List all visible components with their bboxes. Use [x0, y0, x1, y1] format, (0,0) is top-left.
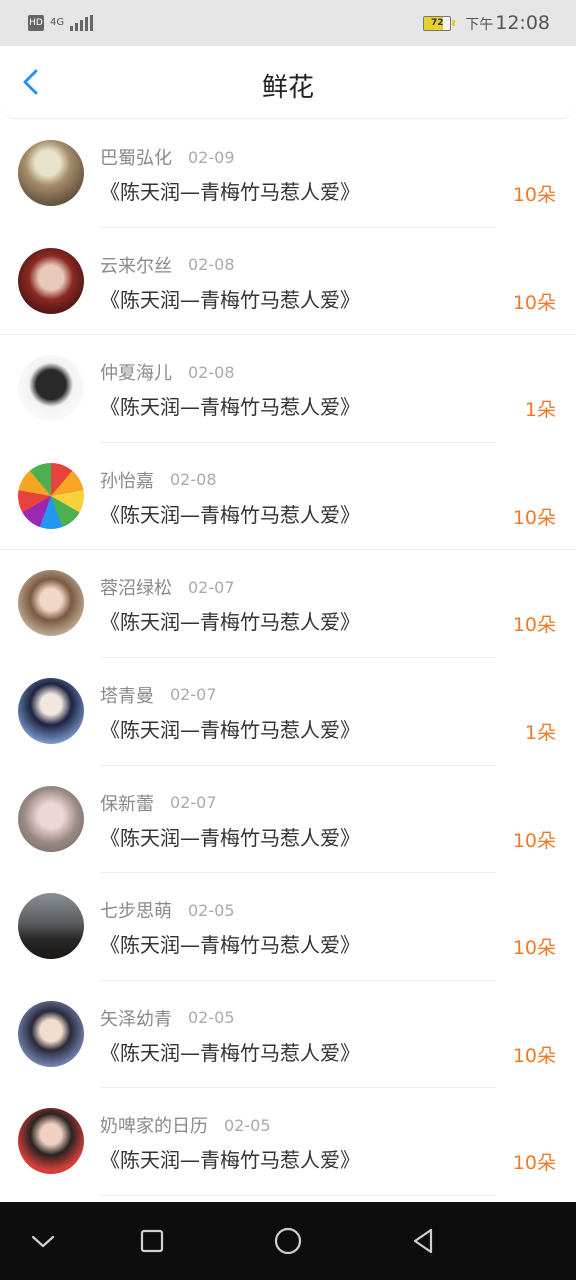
- hd-icon: HD: [28, 15, 44, 31]
- item-meta: 保新蕾 02-07: [100, 790, 217, 816]
- back-nav-button[interactable]: [406, 1224, 440, 1258]
- flower-count: 10朵: [512, 937, 556, 960]
- item-meta: 矢泽幼青 02-05: [100, 1005, 235, 1031]
- avatar[interactable]: [18, 677, 84, 744]
- book-title[interactable]: 《陈天润—青梅竹马惹人爱》: [100, 1037, 360, 1066]
- flower-count: 10朵: [512, 614, 556, 637]
- item-meta: 奶啤家的日历 02-05: [100, 1112, 271, 1138]
- status-left: HD 4G: [28, 12, 94, 34]
- list-item[interactable]: 蓉沼绿松 02-07 《陈天润—青梅竹马惹人爱》 10朵: [0, 550, 576, 658]
- list-item[interactable]: 仲夏海儿 02-08 《陈天润—青梅竹马惹人爱》 1朵: [0, 335, 576, 443]
- circle-icon: [274, 1227, 302, 1255]
- item-date: 02-07: [170, 793, 217, 813]
- item-date: 02-05: [188, 900, 235, 920]
- user-name[interactable]: 巴蜀弘化: [100, 144, 172, 170]
- item-date: 02-07: [170, 685, 217, 705]
- item-date: 02-05: [224, 1115, 271, 1135]
- user-name[interactable]: 孙怡嘉: [100, 467, 154, 493]
- item-meta: 巴蜀弘化 02-09: [100, 144, 235, 170]
- system-nav-bar: [0, 1202, 576, 1280]
- flower-count: 1朵: [524, 721, 556, 744]
- item-meta: 仲夏海儿 02-08: [100, 359, 235, 385]
- list-item[interactable]: 奶啤家的日历 02-05 《陈天润—青梅竹马惹人爱》 10朵: [0, 1088, 576, 1196]
- page-title: 鲜花: [261, 73, 314, 103]
- user-name[interactable]: 云来尔丝: [100, 252, 172, 278]
- item-date: 02-07: [188, 577, 235, 597]
- list-item[interactable]: 七步思萌 02-05 《陈天润—青梅竹马惹人爱》 10朵: [0, 873, 576, 981]
- item-date: 02-08: [170, 470, 217, 490]
- avatar[interactable]: [18, 1108, 84, 1175]
- avatar[interactable]: [18, 140, 84, 206]
- time-prefix: 下午: [465, 17, 494, 33]
- flower-count: 10朵: [512, 506, 556, 529]
- status-right: 72 下午 12:08: [423, 10, 550, 36]
- item-meta: 蓉沼绿松 02-07: [100, 574, 235, 600]
- chevron-down-icon: [31, 1235, 55, 1248]
- book-title[interactable]: 《陈天润—青梅竹马惹人爱》: [100, 822, 360, 851]
- book-title[interactable]: 《陈天润—青梅竹马惹人爱》: [100, 499, 360, 528]
- user-name[interactable]: 矢泽幼青: [100, 1005, 172, 1031]
- user-name[interactable]: 保新蕾: [100, 790, 154, 816]
- book-title[interactable]: 《陈天润—青梅竹马惹人爱》: [100, 606, 360, 635]
- triangle-back-icon: [413, 1228, 433, 1254]
- user-name[interactable]: 仲夏海儿: [100, 359, 172, 385]
- item-meta: 七步思萌 02-05: [100, 897, 235, 923]
- status-bar: HD 4G 72 下午 12:08: [0, 0, 576, 46]
- avatar[interactable]: [18, 247, 84, 314]
- list-item[interactable]: 矢泽幼青 02-05 《陈天润—青梅竹马惹人爱》 10朵: [0, 981, 576, 1089]
- signal-icon: [70, 15, 94, 31]
- user-name[interactable]: 蓉沼绿松: [100, 574, 172, 600]
- hide-nav-button[interactable]: [26, 1224, 60, 1258]
- book-title[interactable]: 《陈天润—青梅竹马惹人爱》: [100, 714, 360, 743]
- list-item[interactable]: 巴蜀弘化 02-09 《陈天润—青梅竹马惹人爱》 10朵: [0, 120, 576, 228]
- item-meta: 塔青曼 02-07: [100, 682, 217, 708]
- avatar[interactable]: [18, 893, 84, 960]
- flower-count: 10朵: [512, 1044, 556, 1067]
- divider: [100, 1194, 496, 1196]
- item-date: 02-05: [188, 1008, 235, 1028]
- book-title[interactable]: 《陈天润—青梅竹马惹人爱》: [100, 1144, 360, 1173]
- battery-icon: 72: [423, 15, 452, 31]
- list-item[interactable]: 云来尔丝 02-08 《陈天润—青梅竹马惹人爱》 10朵: [0, 228, 576, 336]
- time: 12:08: [495, 12, 550, 34]
- clock: 下午 12:08: [465, 12, 550, 34]
- square-icon: [140, 1229, 164, 1253]
- book-title[interactable]: 《陈天润—青梅竹马惹人爱》: [100, 391, 360, 420]
- avatar[interactable]: [18, 355, 84, 422]
- avatar[interactable]: [18, 570, 84, 637]
- header: 鲜花: [0, 46, 576, 119]
- item-date: 02-08: [188, 255, 235, 275]
- flower-count: 10朵: [512, 184, 556, 206]
- item-date: 02-09: [188, 147, 235, 167]
- user-name[interactable]: 七步思萌: [100, 897, 172, 923]
- avatar[interactable]: [18, 785, 84, 852]
- book-title[interactable]: 《陈天润—青梅竹马惹人爱》: [100, 284, 360, 313]
- network-label: 4G: [50, 17, 65, 28]
- item-date: 02-08: [188, 362, 235, 382]
- flower-count: 10朵: [512, 291, 556, 314]
- book-title[interactable]: 《陈天润—青梅竹马惹人爱》: [100, 929, 360, 958]
- user-name[interactable]: 奶啤家的日历: [100, 1112, 208, 1138]
- battery-tip: [452, 20, 456, 26]
- flower-count: 1朵: [524, 399, 556, 422]
- list-item[interactable]: 塔青曼 02-07 《陈天润—青梅竹马惹人爱》 1朵: [0, 658, 576, 766]
- list-item[interactable]: 保新蕾 02-07 《陈天润—青梅竹马惹人爱》 10朵: [0, 766, 576, 874]
- flower-list: 巴蜀弘化 02-09 《陈天润—青梅竹马惹人爱》 10朵 云来尔丝 02-08 …: [0, 120, 576, 1196]
- book-title[interactable]: 《陈天润—青梅竹马惹人爱》: [100, 176, 360, 205]
- item-meta: 云来尔丝 02-08: [100, 252, 235, 278]
- flower-count: 10朵: [512, 829, 556, 852]
- recents-button[interactable]: [135, 1224, 169, 1258]
- flower-count: 10朵: [512, 1152, 556, 1175]
- home-button[interactable]: [271, 1224, 305, 1258]
- battery-percent: 72: [430, 17, 444, 28]
- list-item[interactable]: 孙怡嘉 02-08 《陈天润—青梅竹马惹人爱》 10朵: [0, 443, 576, 551]
- avatar[interactable]: [18, 1000, 84, 1067]
- user-name[interactable]: 塔青曼: [100, 682, 154, 708]
- avatar[interactable]: [18, 462, 84, 529]
- item-meta: 孙怡嘉 02-08: [100, 467, 217, 493]
